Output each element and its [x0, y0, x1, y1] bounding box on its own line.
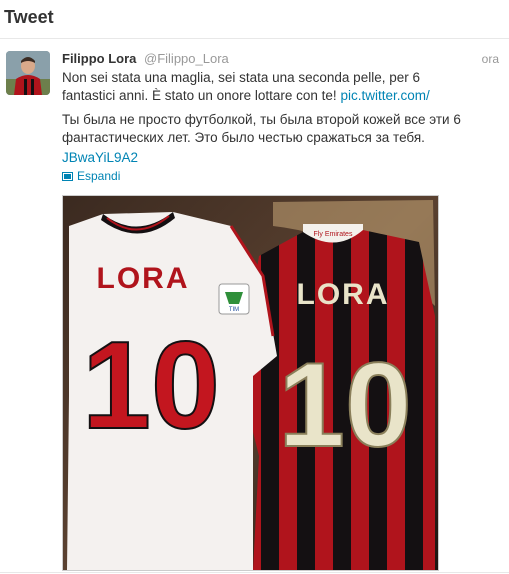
photo-icon — [62, 171, 73, 181]
collar-text: Fly Emirates — [314, 231, 353, 238]
author-screenname[interactable]: @Filippo_Lora — [144, 51, 229, 66]
avatar-image — [6, 51, 50, 95]
expand-button[interactable]: Espandi — [62, 169, 120, 183]
jerseys-photo: Fly Emirates LORA 10 LORA 10 TIM — [63, 196, 438, 570]
tweet-pic-link-continued[interactable]: JBwaYiL9A2 — [62, 150, 138, 165]
tweet-text-russian: Ты была не просто футболкой, ты была вто… — [62, 112, 461, 145]
tweet-text-italian: Non sei stata una maglia, sei stata una … — [62, 69, 466, 105]
page-title: Tweet — [4, 7, 54, 27]
right-shirt-name: LORA — [297, 278, 390, 311]
tweet-pic-link[interactable]: pic.twitter.com/ — [340, 88, 429, 103]
avatar[interactable] — [6, 51, 50, 95]
author-fullname[interactable]: Filippo Lora — [62, 51, 136, 66]
tweet: Filippo Lora @Filippo_Lora ora Non sei s… — [0, 39, 509, 574]
left-shirt-name: LORA — [97, 262, 190, 295]
tweet-author: Filippo Lora @Filippo_Lora — [62, 51, 229, 66]
tweet-timestamp[interactable]: ora — [482, 52, 499, 66]
league-badge-text: TIM — [229, 307, 239, 313]
expand-label: Espandi — [77, 169, 121, 183]
left-shirt-number: 10 — [82, 317, 220, 455]
tweet-photo[interactable]: Fly Emirates LORA 10 LORA 10 TIM — [62, 195, 439, 571]
right-shirt-number: 10 — [278, 338, 411, 472]
divider — [0, 572, 509, 573]
page-header: Tweet — [0, 0, 509, 39]
